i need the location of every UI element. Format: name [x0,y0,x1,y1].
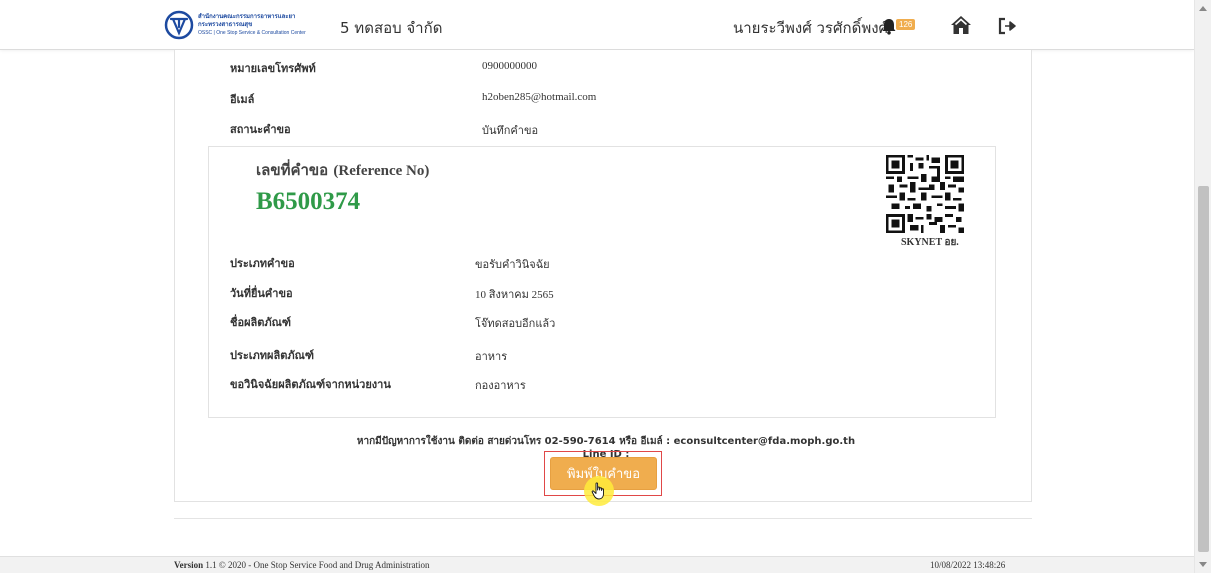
logo-line-2: กระทรวงสาธารณสุข [198,22,253,28]
submit-date-label: วันที่ยื่นคำขอ [230,287,293,300]
email-value: h2oben285@hotmail.com [482,91,597,103]
logo-line-3: OSSC | One Stop Service & Consultation C… [198,30,306,36]
logout-icon[interactable] [998,17,1016,35]
notification-badge: 126 [896,19,916,30]
version-detail: 1.1 © 2020 - One Stop Service Food and D… [205,560,430,570]
user-name[interactable]: นายระวีพงศ์ วรศักดิ์พงศ์ [733,16,888,40]
reference-number: B6500374 [256,188,361,215]
scrollbar-thumb[interactable] [1198,186,1209,552]
phone-label: หมายเลขโทรศัพท์ [230,62,316,75]
scroll-down-arrow-icon[interactable] [1199,562,1207,567]
phone-value: 0900000000 [482,60,537,72]
fda-logo-icon [164,10,194,40]
status-value: บันทึกคำขอ [482,125,539,137]
logo-text: สำนักงานคณะกรรมการอาหารและยา กระทรวงสาธา… [198,13,306,37]
content-divider [174,518,1032,519]
submit-date-value: 10 สิงหาคม 2565 [475,289,554,301]
status-label: สถานะคำขอ [230,123,291,136]
top-header: สำนักงานคณะกรรมการอาหารและยา กระทรวงสาธา… [0,0,1194,50]
scroll-up-arrow-icon[interactable] [1199,6,1207,11]
qr-code [886,155,964,233]
reference-label: เลขที่คำขอ (Reference No) [256,158,429,182]
vertical-scrollbar[interactable] [1194,0,1211,573]
product-type-value: อาหาร [475,351,508,363]
reference-label-en: (Reference No) [333,163,430,179]
product-name-label: ชื่อผลิตภัณฑ์ [230,316,291,329]
home-icon[interactable] [950,15,972,35]
page-viewport: สำนักงานคณะกรรมการอาหารและยา กระทรวงสาธา… [0,0,1194,573]
product-name-value: โจ๊ทดสอบอีกแล้ว [475,318,556,330]
version-text: Version 1.1 © 2020 - One Stop Service Fo… [174,560,430,570]
hand-cursor-icon [591,482,604,500]
footer-timestamp: 10/08/2022 13:48:26 [930,560,1006,570]
fda-logo[interactable]: สำนักงานคณะกรรมการอาหารและยา กระทรวงสาธา… [164,8,334,42]
request-type-label: ประเภทคำขอ [230,257,295,270]
qr-caption: SKYNET อย. [901,237,959,248]
logo-line-1: สำนักงานคณะกรรมการอาหารและยา [198,14,296,20]
agency-label: ขอวินิจฉัยผลิตภัณฑ์จากหน่วยงาน [230,378,391,391]
product-type-label: ประเภทผลิตภัณฑ์ [230,349,314,362]
company-name: 5 ทดสอบ จำกัด [340,19,443,37]
email-label: อีเมล์ [230,93,255,106]
reference-label-th: เลขที่คำขอ [256,161,329,179]
version-label: Version [174,560,204,570]
agency-value: กองอาหาร [475,380,526,392]
request-type-value: ขอรับคำวินิจฉัย [475,259,550,271]
